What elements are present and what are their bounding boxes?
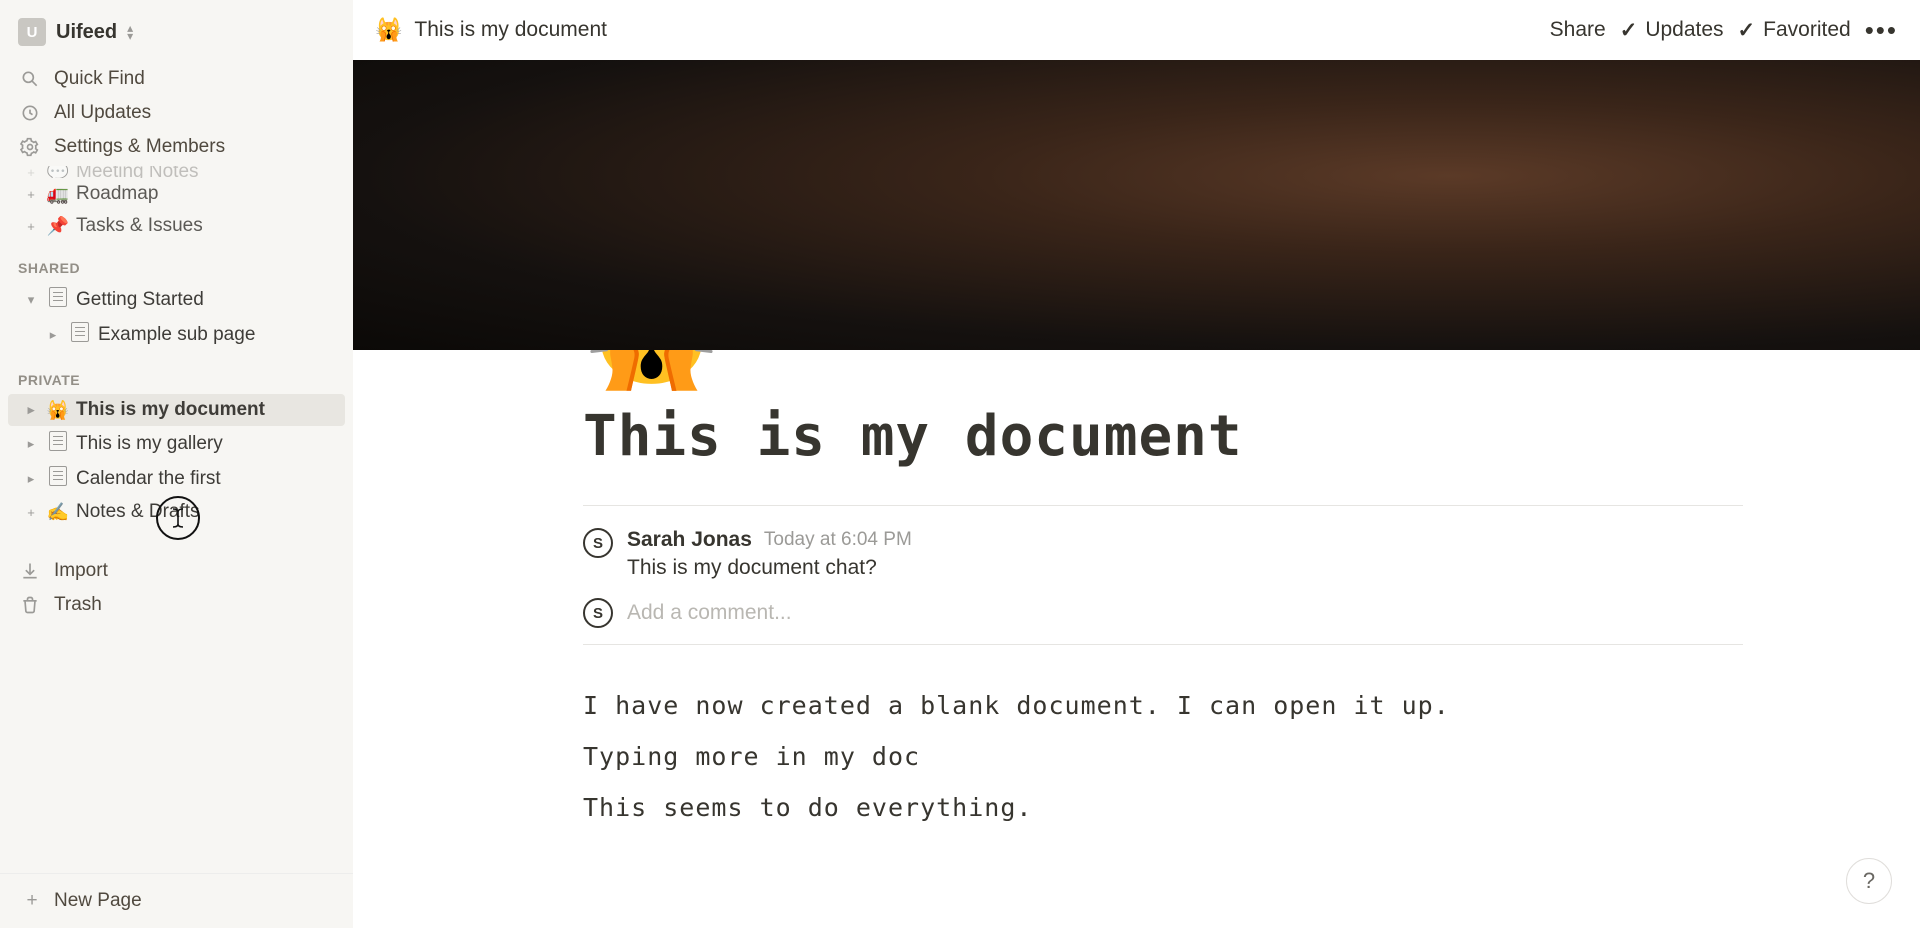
comment-text: This is my document chat? (627, 556, 912, 580)
quick-find-label: Quick Find (54, 68, 145, 90)
comment-input-row: S (583, 598, 1743, 628)
gear-icon (20, 137, 44, 157)
sidebar-item-roadmap[interactable]: + 🚛 Roadmap (8, 178, 345, 210)
chevron-right-icon[interactable]: ▸ (22, 402, 40, 418)
comment-input[interactable] (627, 601, 1127, 625)
sidebar-item-label: Meeting Notes (76, 166, 199, 178)
plus-icon[interactable]: + (22, 505, 40, 520)
comment-row: S Sarah Jonas Today at 6:04 PM This is m… (583, 528, 1743, 580)
section-private-header: Private (0, 354, 353, 392)
all-updates-label: All Updates (54, 102, 151, 124)
workspace-name: Uifeed (56, 21, 117, 44)
import-button[interactable]: Import (8, 554, 345, 588)
workspace-switcher[interactable]: U Uifeed ▴▾ (0, 0, 353, 60)
plus-icon: + (20, 890, 44, 912)
truck-icon: 🚛 (46, 184, 70, 205)
comments-section: S Sarah Jonas Today at 6:04 PM This is m… (583, 506, 1743, 644)
settings-button[interactable]: Settings & Members (8, 130, 345, 164)
page-icon (46, 431, 70, 456)
content-line[interactable]: Typing more in my doc (583, 742, 1743, 771)
clock-icon (20, 103, 44, 123)
sidebar-item-label: Tasks & Issues (76, 215, 203, 237)
sidebar-item-getting-started[interactable]: ▾ Getting Started (8, 282, 345, 317)
sidebar-item-label: This is my document (76, 399, 265, 421)
updates-button[interactable]: ✓ Updates (1620, 18, 1724, 43)
comment-avatar: S (583, 528, 613, 558)
page-icon (46, 466, 70, 491)
cat-scream-icon: 🙀 (46, 400, 70, 421)
main-area: 🙀 This is my document Share ✓ Updates ✓ … (353, 0, 1920, 928)
page-content[interactable]: I have now created a blank document. I c… (583, 691, 1743, 822)
page-icon (68, 322, 92, 347)
favorited-button[interactable]: ✓ Favorited (1738, 18, 1851, 43)
page-icon (46, 287, 70, 312)
topbar: 🙀 This is my document Share ✓ Updates ✓ … (353, 0, 1920, 60)
sidebar-item-label: Getting Started (76, 289, 204, 311)
new-page-button[interactable]: + New Page (8, 884, 345, 918)
sidebar-item-this-is-my-document[interactable]: ▸ 🙀 This is my document (8, 394, 345, 426)
sidebar-item-label: Roadmap (76, 183, 158, 205)
favorited-label: Favorited (1763, 18, 1851, 42)
sidebar-item-this-is-my-gallery[interactable]: ▸ This is my gallery (8, 426, 345, 461)
chevron-updown-icon: ▴▾ (127, 24, 133, 40)
sidebar-item-calendar-the-first[interactable]: ▸ Calendar the first (8, 461, 345, 496)
writing-icon: ✍️ (46, 502, 70, 523)
sidebar-item-notes-drafts[interactable]: + ✍️ Notes & Drafts (8, 496, 345, 528)
comment-timestamp: Today at 6:04 PM (764, 529, 912, 551)
sidebar: U Uifeed ▴▾ Quick Find All Updates Setti… (0, 0, 353, 928)
all-updates-button[interactable]: All Updates (8, 96, 345, 130)
plus-icon: + (22, 187, 40, 202)
pin-icon: 📌 (46, 216, 70, 237)
page-cover[interactable] (353, 60, 1920, 350)
chevron-right-icon[interactable]: ▸ (22, 471, 40, 487)
divider (583, 644, 1743, 645)
speech-icon: 💬 (46, 166, 70, 178)
chevron-right-icon[interactable]: ▸ (22, 436, 40, 452)
search-icon (20, 69, 44, 89)
plus-icon: + (22, 166, 40, 178)
sidebar-item-meeting-notes[interactable]: + 💬 Meeting Notes (8, 166, 345, 178)
workspace-pages-truncated: + 💬 Meeting Notes + 🚛 Roadmap + 📌 Tasks … (0, 166, 353, 242)
chevron-right-icon[interactable]: ▸ (44, 327, 62, 343)
breadcrumb-title: This is my document (414, 18, 607, 42)
quick-find-button[interactable]: Quick Find (8, 62, 345, 96)
updates-label: Updates (1645, 18, 1723, 42)
page-title[interactable]: This is my document (583, 404, 1743, 469)
import-label: Import (54, 560, 108, 582)
comment-input-avatar: S (583, 598, 613, 628)
chevron-down-icon[interactable]: ▾ (22, 292, 40, 308)
share-button[interactable]: Share (1550, 18, 1606, 42)
section-shared-header: Shared (0, 242, 353, 280)
trash-label: Trash (54, 594, 102, 616)
plus-icon: + (22, 219, 40, 234)
workspace-avatar: U (18, 18, 46, 46)
sidebar-item-label: Example sub page (98, 324, 255, 346)
cat-scream-icon: 🙀 (375, 17, 402, 43)
breadcrumb[interactable]: 🙀 This is my document (375, 17, 607, 43)
content-line[interactable]: I have now created a blank document. I c… (583, 691, 1743, 720)
sidebar-item-label: This is my gallery (76, 433, 223, 455)
comment-author: Sarah Jonas (627, 528, 752, 552)
ellipsis-icon: ••• (1865, 15, 1898, 46)
more-menu-button[interactable]: ••• (1865, 15, 1898, 46)
sidebar-item-example-sub-page[interactable]: ▸ Example sub page (8, 317, 345, 352)
check-icon: ✓ (1738, 18, 1756, 43)
check-icon: ✓ (1620, 18, 1638, 43)
sidebar-item-tasks-issues[interactable]: + 📌 Tasks & Issues (8, 210, 345, 242)
download-icon (20, 561, 44, 581)
help-button[interactable]: ? (1846, 858, 1892, 904)
content-line[interactable]: This seems to do everything. (583, 793, 1743, 822)
trash-icon (20, 595, 44, 615)
new-page-label: New Page (54, 890, 142, 912)
trash-button[interactable]: Trash (8, 588, 345, 622)
sidebar-item-label: Notes & Drafts (76, 501, 200, 523)
settings-label: Settings & Members (54, 136, 225, 158)
sidebar-item-label: Calendar the first (76, 468, 221, 490)
